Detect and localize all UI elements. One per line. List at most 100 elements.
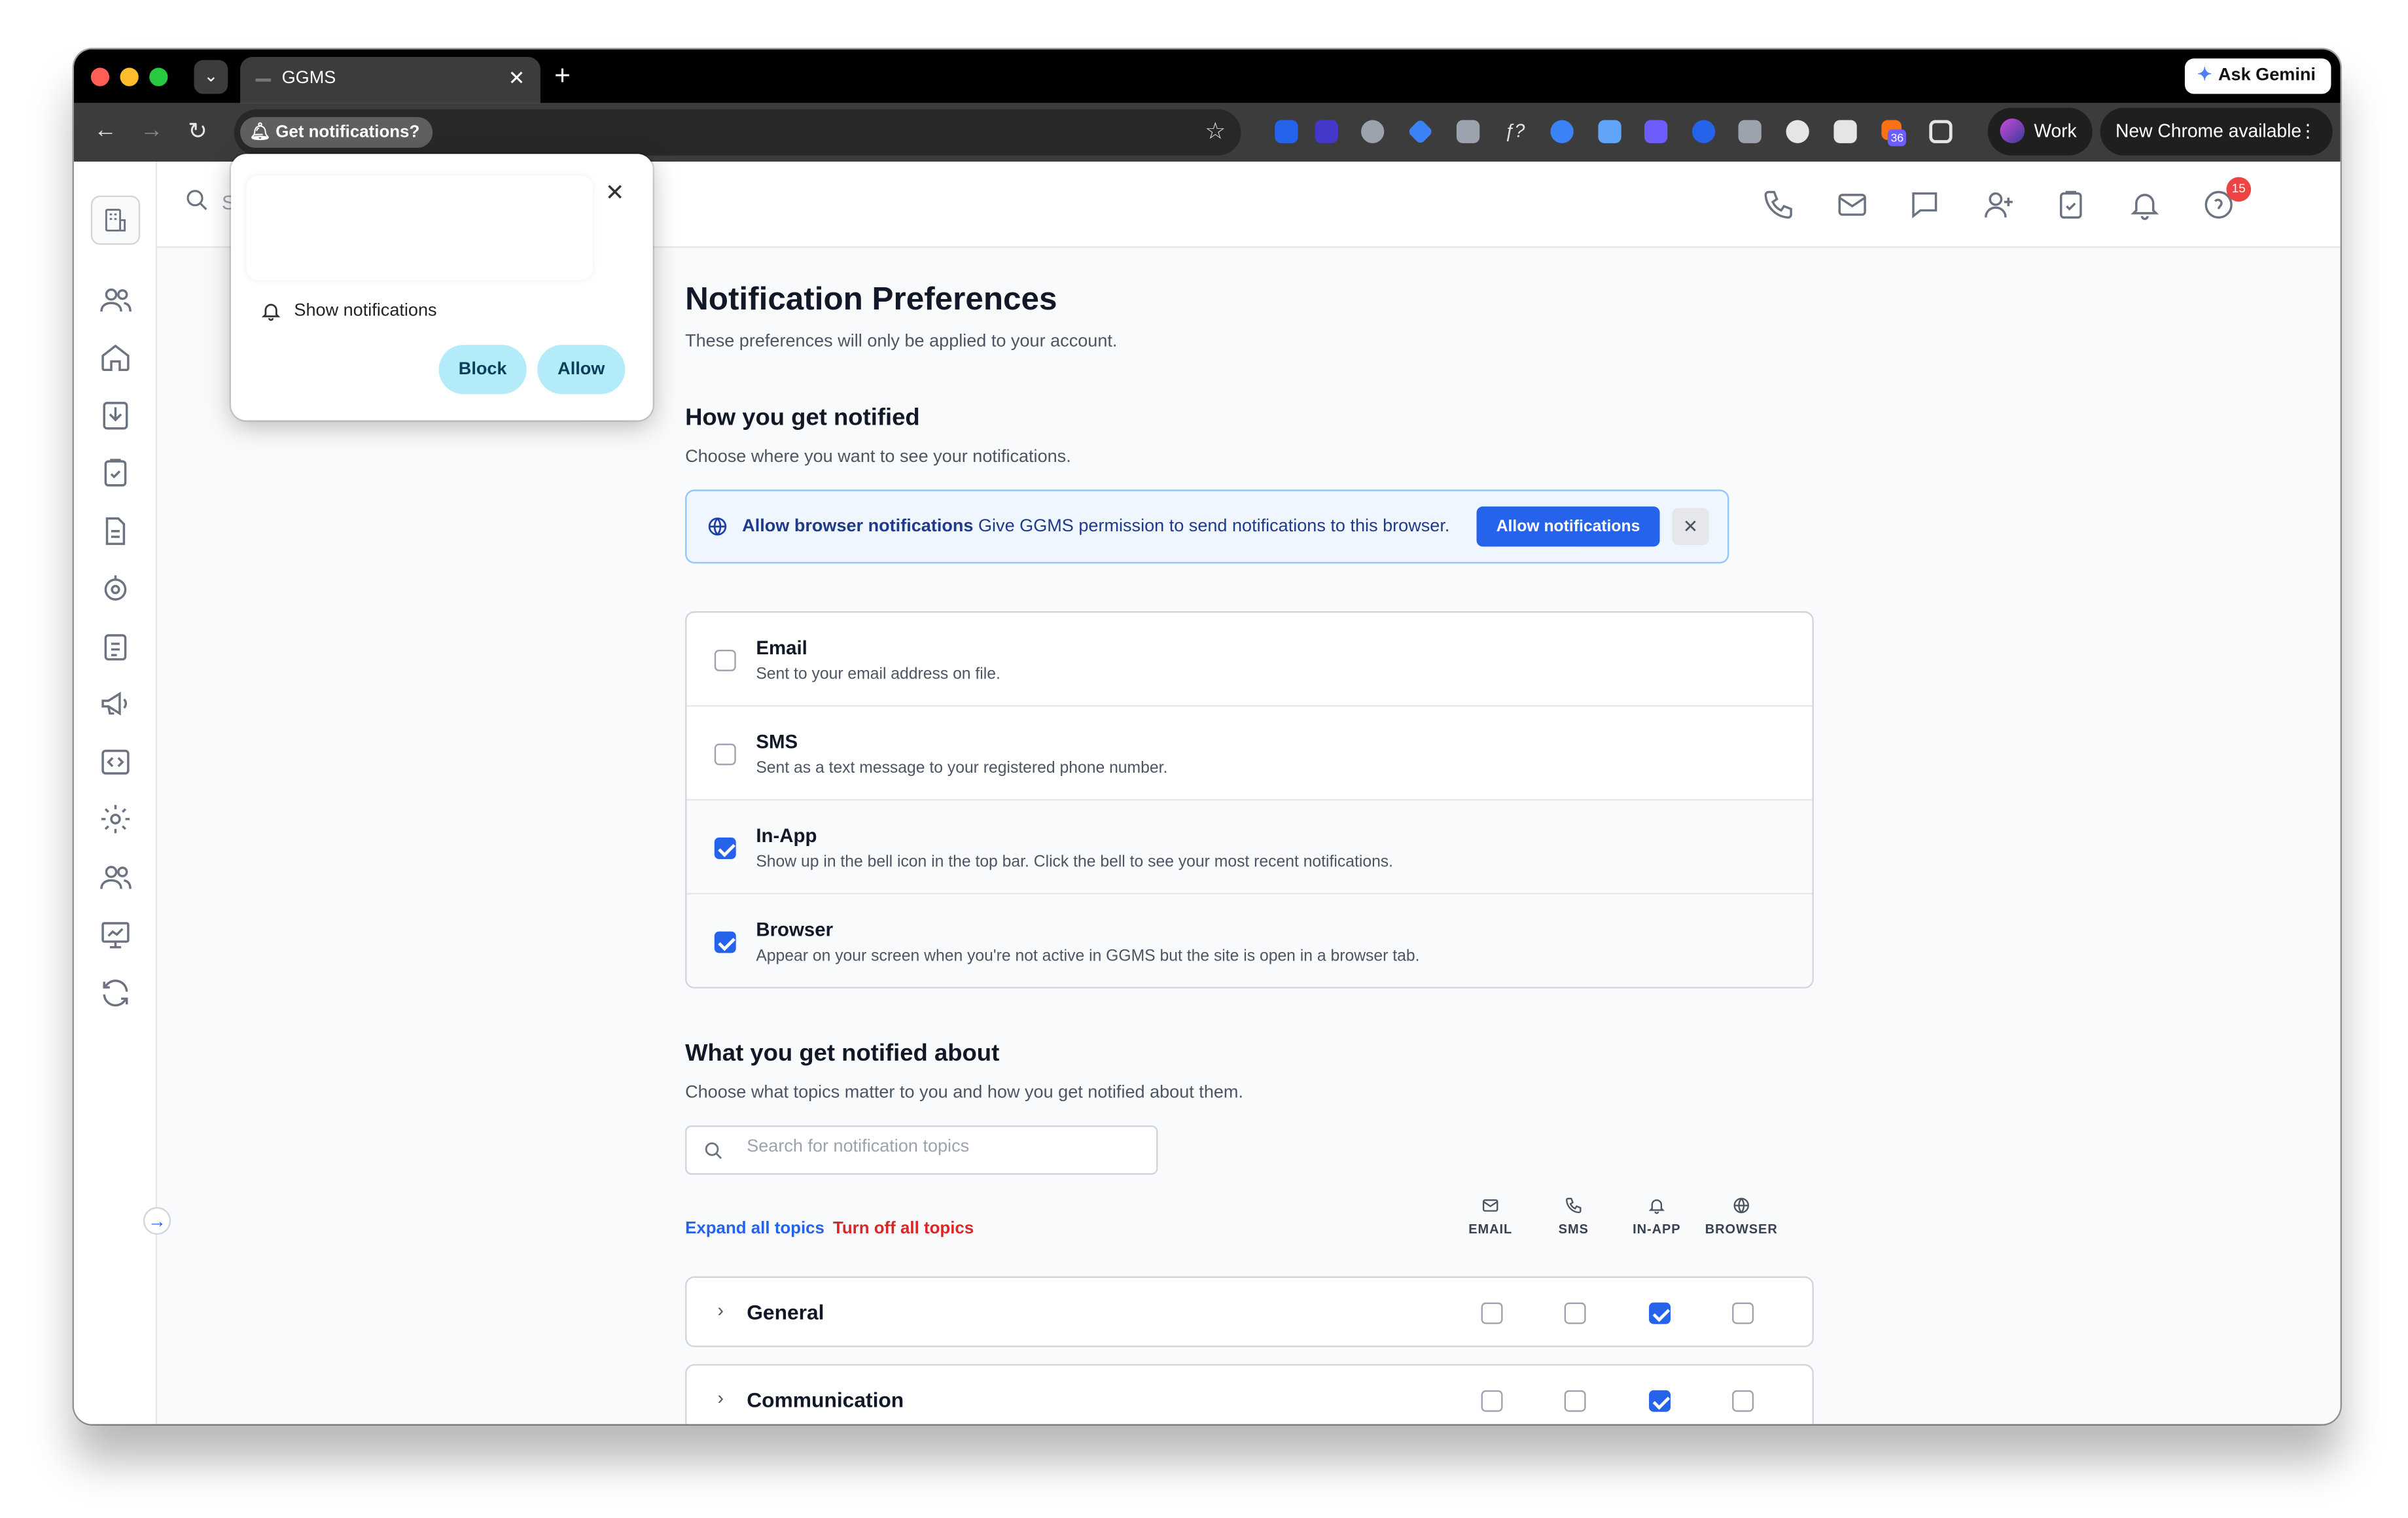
allow-notifications-button[interactable]: Allow notifications <box>1476 506 1660 547</box>
expand-all-topics-link[interactable]: Expand all topics <box>685 1220 824 1238</box>
tab-close-icon[interactable]: ✕ <box>508 66 525 91</box>
site-permission-chip[interactable]: 🔔︎ Get notifications? <box>240 116 433 148</box>
update-label: New Chrome available <box>2116 120 2302 142</box>
team-icon[interactable] <box>99 860 133 894</box>
extension-icon[interactable] <box>1786 120 1809 143</box>
page-title: Notification Preferences <box>685 281 1057 317</box>
turn-off-all-topics-link[interactable]: Turn off all topics <box>833 1220 974 1238</box>
tasks-clipboard-icon[interactable] <box>2054 188 2088 222</box>
chevron-right-icon[interactable]: › <box>717 1387 723 1409</box>
search-icon <box>703 1141 724 1161</box>
extensions-puzzle-icon[interactable] <box>1929 120 1953 143</box>
minimize-window-button[interactable] <box>120 67 139 86</box>
search-icon[interactable] <box>185 188 209 213</box>
communication-browser-checkbox[interactable] <box>1732 1390 1754 1412</box>
chevron-right-icon[interactable]: › <box>717 1299 723 1321</box>
tasks-icon[interactable] <box>99 455 133 489</box>
block-button[interactable]: Block <box>438 345 527 395</box>
phone-icon[interactable] <box>1762 188 1796 222</box>
allow-button[interactable]: Allow <box>537 345 626 395</box>
how-subtitle: Choose where you want to see your notifi… <box>685 448 1071 467</box>
general-browser-checkbox[interactable] <box>1732 1302 1754 1324</box>
site-chip-label: Get notifications? <box>275 123 420 142</box>
checklist-icon[interactable] <box>99 629 133 663</box>
kebab-menu-icon: ⋮ <box>2299 120 2318 142</box>
general-sms-checkbox[interactable] <box>1564 1302 1586 1324</box>
maximize-window-button[interactable] <box>149 67 168 86</box>
channel-title: SMS <box>756 731 798 753</box>
extension-icon[interactable]: ƒ? <box>1504 120 1527 143</box>
extension-icon[interactable] <box>1315 120 1338 143</box>
email-checkbox[interactable] <box>714 649 736 671</box>
company-logo-icon[interactable] <box>90 195 141 245</box>
megaphone-icon[interactable] <box>99 686 133 720</box>
communication-inapp-checkbox[interactable] <box>1649 1390 1671 1412</box>
forward-icon[interactable]: → <box>140 117 163 143</box>
alert-message: Allow browser notifications Give GGMS pe… <box>742 518 1449 536</box>
channel-title: In-App <box>756 825 817 847</box>
topic-name: General <box>747 1301 824 1324</box>
topic-search-input[interactable] <box>747 1137 1132 1157</box>
channel-desc: Sent to your email address on file. <box>756 665 1000 684</box>
dismiss-alert-icon[interactable]: ✕ <box>1672 508 1709 545</box>
browser-toolbar: ← → ↻ 🔔︎ Get notifications? ☆ ƒ? 36 Work… <box>73 103 2341 162</box>
phone-icon <box>1565 1196 1583 1214</box>
chrome-update-button[interactable]: New Chrome available ⋮ <box>2100 107 2333 156</box>
extension-icon[interactable] <box>1407 118 1434 145</box>
contacts-icon[interactable] <box>99 283 133 317</box>
communication-email-checkbox[interactable] <box>1481 1390 1503 1412</box>
general-email-checkbox[interactable] <box>1481 1302 1503 1324</box>
extension-icon[interactable] <box>1550 120 1574 143</box>
close-window-button[interactable] <box>90 67 110 86</box>
browser-tab[interactable]: GGMS ✕ <box>240 57 540 103</box>
extension-icon[interactable] <box>1598 120 1621 143</box>
code-icon[interactable] <box>99 745 133 779</box>
channel-row-email[interactable]: Email Sent to your email address on file… <box>686 612 1813 707</box>
reload-icon[interactable]: ↻ <box>188 117 207 145</box>
mail-icon[interactable] <box>1835 188 1869 222</box>
document-icon[interactable] <box>99 514 133 548</box>
settings-gear-icon[interactable] <box>99 802 133 836</box>
channel-row-browser[interactable]: Browser Appear on your screen when you'r… <box>686 894 1813 987</box>
how-heading: How you get notified <box>685 404 920 431</box>
preferences-content: Notification Preferences These preferenc… <box>685 248 1824 1424</box>
channel-row-inapp[interactable]: In-App Show up in the bell icon in the t… <box>686 800 1813 895</box>
extension-icon[interactable] <box>1644 120 1668 143</box>
profile-button[interactable]: Work <box>1987 107 2093 156</box>
extension-icon[interactable] <box>1275 120 1298 143</box>
communication-sms-checkbox[interactable] <box>1564 1390 1586 1412</box>
what-heading: What you get notified about <box>685 1040 1000 1067</box>
expand-sidebar-icon[interactable]: → <box>143 1207 171 1235</box>
tab-search-icon[interactable]: ⌄ <box>194 60 228 94</box>
extension-icon[interactable] <box>1833 120 1857 143</box>
topic-search-field[interactable] <box>685 1125 1158 1175</box>
notifications-bell-icon[interactable] <box>2128 188 2162 222</box>
general-inapp-checkbox[interactable] <box>1649 1302 1671 1324</box>
gemini-spark-icon: ✦ <box>2197 66 2212 85</box>
extension-icon[interactable] <box>1738 120 1762 143</box>
chat-icon[interactable] <box>1907 188 1941 222</box>
sync-icon[interactable] <box>99 976 133 1010</box>
address-bar[interactable]: 🔔︎ Get notifications? ☆ <box>234 109 1241 156</box>
new-tab-icon[interactable]: + <box>554 60 571 92</box>
ask-gemini-button[interactable]: ✦ Ask Gemini <box>2185 58 2331 94</box>
close-popup-icon[interactable]: ✕ <box>605 179 625 206</box>
add-user-icon[interactable] <box>1981 188 2015 222</box>
topic-row-communication[interactable]: › Communication <box>685 1364 1814 1424</box>
browser-checkbox[interactable] <box>714 931 736 953</box>
channel-row-sms[interactable]: SMS Sent as a text message to your regis… <box>686 707 1813 801</box>
camera-icon[interactable] <box>1456 120 1480 143</box>
back-icon[interactable]: ← <box>94 117 117 143</box>
inbox-icon[interactable] <box>99 398 133 432</box>
browser-permission-alert: Allow browser notifications Give GGMS pe… <box>685 489 1729 564</box>
home-icon[interactable] <box>99 340 133 374</box>
deals-icon[interactable] <box>99 571 133 605</box>
channel-desc: Appear on your screen when you're not ac… <box>756 947 1420 966</box>
reports-icon[interactable] <box>99 917 133 951</box>
inapp-checkbox[interactable] <box>714 838 736 859</box>
extension-icon[interactable] <box>1361 120 1385 143</box>
sms-checkbox[interactable] <box>714 743 736 766</box>
extension-icon[interactable] <box>1691 120 1716 143</box>
bookmark-star-icon[interactable]: ☆ <box>1205 117 1226 145</box>
topic-row-general[interactable]: › General <box>685 1276 1814 1347</box>
